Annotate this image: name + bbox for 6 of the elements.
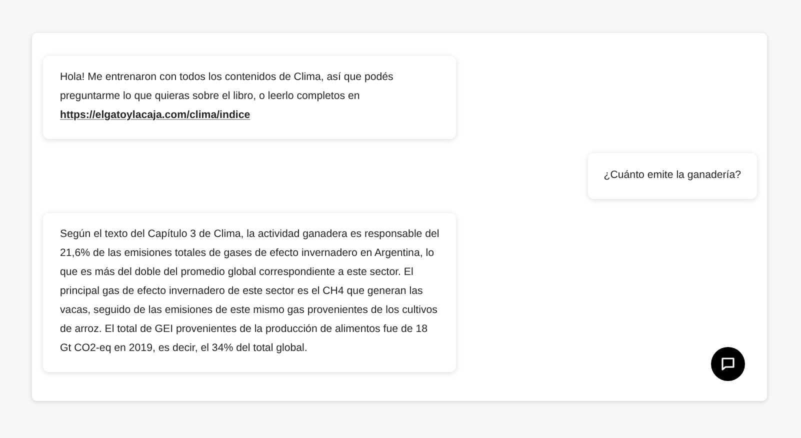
link[interactable]: https://elgatoylacaja.com/clima/indice	[60, 106, 250, 125]
message-text: Hola! Me entrenaron con todos los contenidos de Clima, así que podés preguntarme lo que quieras sobre el libro, o leerlo completos en https://elgatoylacaja.com/clima/indice	[60, 68, 440, 125]
chat-button[interactable]	[711, 347, 745, 381]
user-message: ¿Cuánto emite la ganadería?	[588, 153, 757, 199]
message-text: Según el texto del Capítulo 3 de Clima, la actividad ganadera es responsable del 21,6% de las emisiones totales de gases de efecto invernadero en Argentina, lo que es más del doble del promedio global correspondiente a este sector. El principal gas de efecto invernadero de este sector es el CH4 que generan las vacas, seguido de las emisiones de este mismo gas provenientes de los cultivos de arroz. El total de GEI provenientes de la producción de alimentos fue de 18 Gt CO2-eq en 2019, es decir, el 34% del total global.	[60, 227, 440, 356]
chat-icon	[720, 356, 736, 372]
